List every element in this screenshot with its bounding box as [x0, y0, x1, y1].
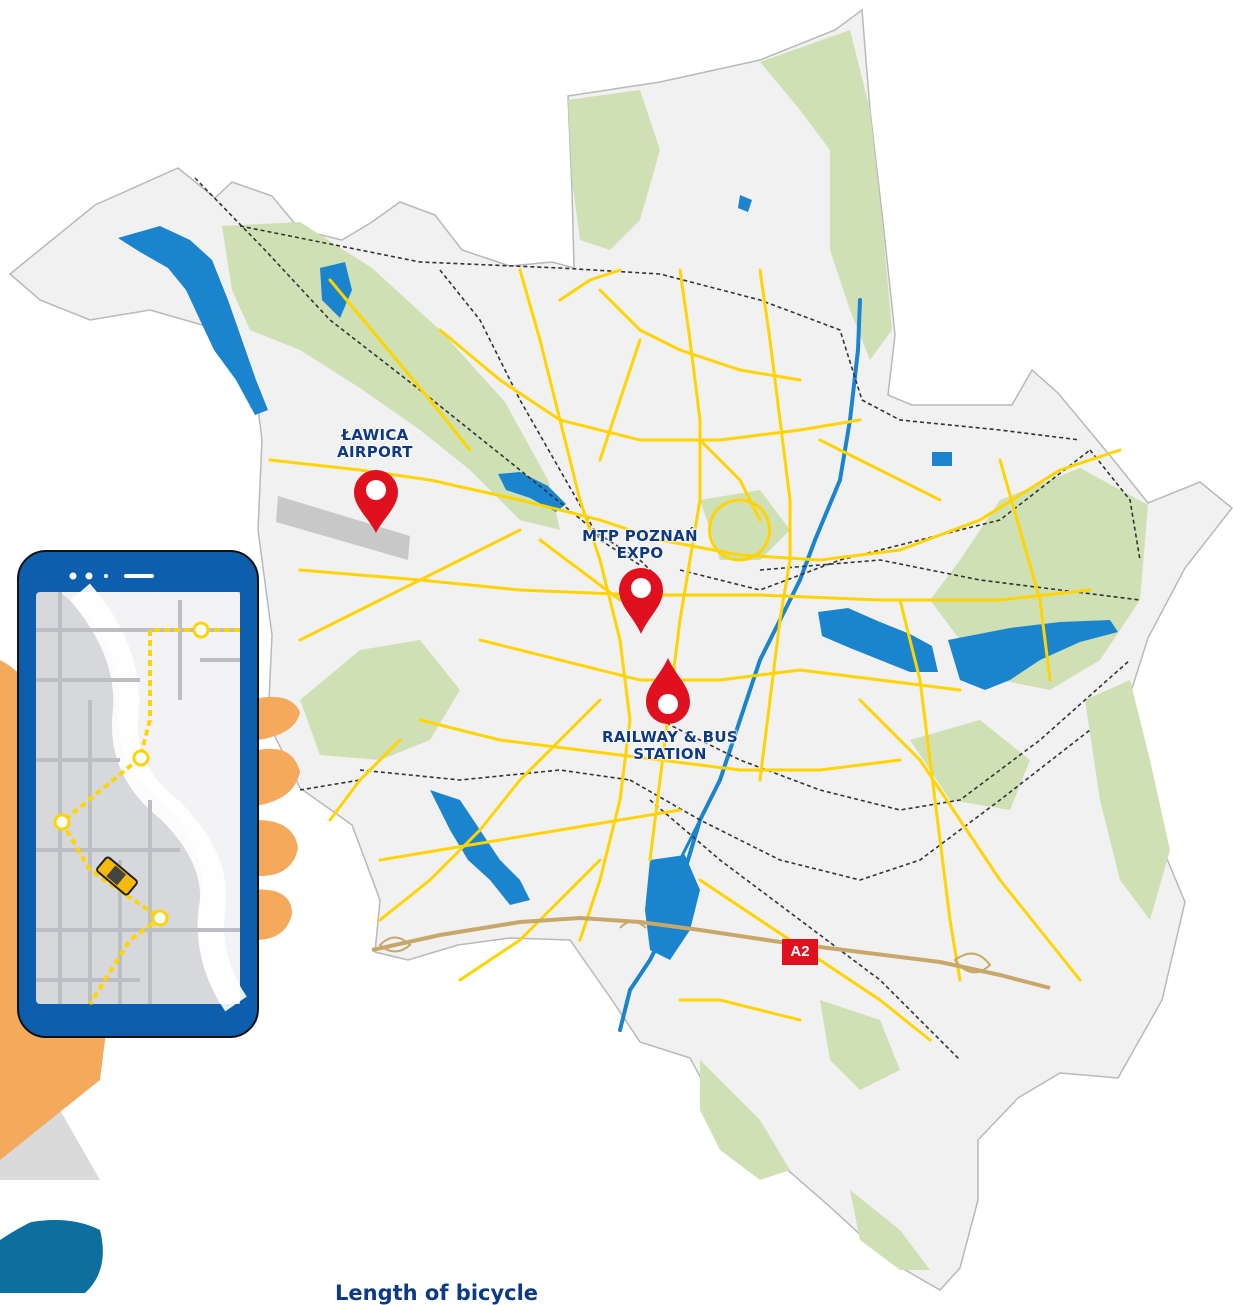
expo-label-line1: MTP POZNAŃ [582, 527, 698, 545]
city-map: ŁAWICA AIRPORT MTP POZNAŃ EXPO RAILWAY &… [0, 0, 1233, 1305]
map-canvas [0, 8, 1233, 1293]
station-label: RAILWAY & BUS STATION [580, 729, 760, 763]
airport-label: ŁAWICA AIRPORT [305, 427, 445, 461]
airport-label-line2: AIRPORT [337, 443, 413, 461]
section-heading: Length of bicycle [335, 1281, 539, 1305]
expo-label: MTP POZNAŃ EXPO [565, 528, 715, 562]
station-label-line2: STATION [633, 745, 707, 763]
expo-label-line2: EXPO [616, 544, 664, 562]
smartphone-illustration [17, 550, 259, 1038]
airport-label-line1: ŁAWICA [341, 426, 409, 444]
station-label-line1: RAILWAY & BUS [602, 728, 738, 746]
a2-motorway-badge: A2 [782, 939, 818, 965]
